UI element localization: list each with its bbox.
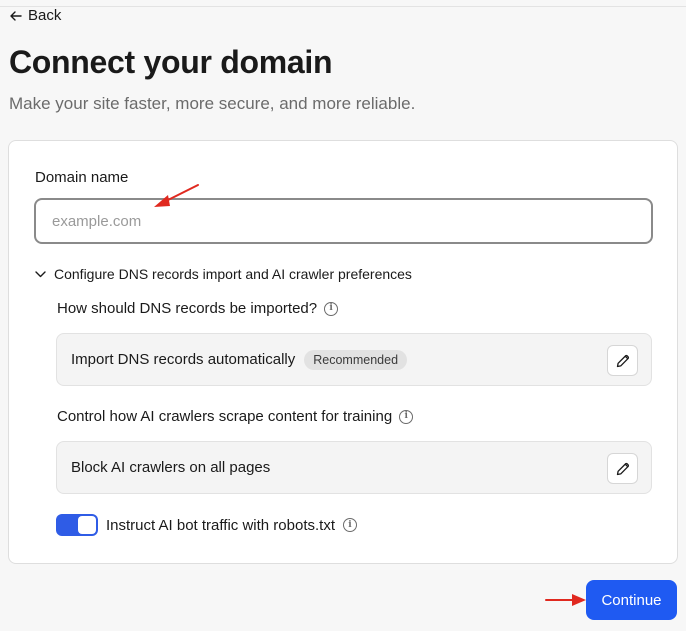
robots-txt-row: Instruct AI bot traffic with robots.txt … <box>56 514 357 536</box>
ai-crawler-option-text: Block AI crawlers on all pages <box>71 459 271 476</box>
info-icon[interactable]: i <box>324 301 339 316</box>
info-icon[interactable]: i <box>399 409 414 424</box>
dns-preferences-label: Configure DNS records import and AI craw… <box>54 266 412 282</box>
dns-import-question: How should DNS records be imported? i <box>57 300 339 317</box>
robots-txt-label: Instruct AI bot traffic with robots.txt <box>106 516 335 534</box>
recommended-badge: Recommended <box>304 349 408 370</box>
dns-import-option-text: Import DNS records automatically <box>71 351 296 368</box>
ai-crawler-option: Block AI crawlers on all pages <box>56 441 652 494</box>
ai-crawler-question: Control how AI crawlers scrape content f… <box>57 408 414 425</box>
dns-import-question-text: How should DNS records be imported? <box>57 300 318 317</box>
pencil-icon <box>616 462 629 475</box>
page-title: Connect your domain <box>9 44 333 80</box>
edit-ai-crawler-button[interactable] <box>607 453 638 484</box>
back-label: Back <box>28 7 62 24</box>
edit-dns-import-button[interactable] <box>607 345 638 376</box>
annotation-arrow-icon <box>545 594 586 606</box>
page: Back Connect your domain Make your site … <box>0 0 686 631</box>
pencil-icon <box>616 354 629 367</box>
back-arrow-icon <box>10 10 22 21</box>
domain-name-label: Domain name <box>35 169 129 186</box>
page-subtitle: Make your site faster, more secure, and … <box>9 94 416 113</box>
chevron-down-icon <box>35 270 46 277</box>
domain-name-input[interactable] <box>34 198 653 244</box>
continue-button[interactable]: Continue <box>586 580 677 620</box>
dns-preferences-toggle[interactable]: Configure DNS records import and AI craw… <box>35 266 412 282</box>
robots-txt-toggle[interactable] <box>56 514 98 536</box>
dns-import-option: Import DNS records automatically Recomme… <box>56 333 652 386</box>
domain-card: Domain name Configure DNS records import… <box>8 140 678 564</box>
back-link[interactable]: Back <box>10 7 61 24</box>
toggle-knob <box>78 516 96 534</box>
divider <box>0 6 686 7</box>
info-icon[interactable]: i <box>342 518 357 532</box>
ai-crawler-question-text: Control how AI crawlers scrape content f… <box>57 408 393 425</box>
